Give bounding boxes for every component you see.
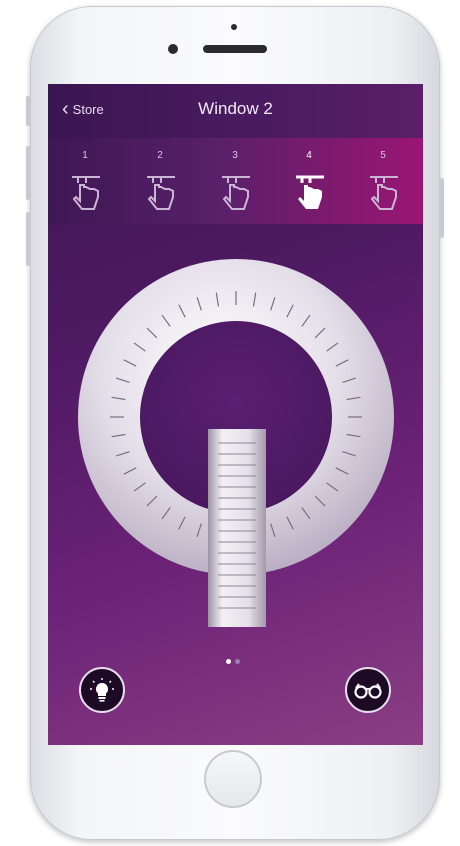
light-button[interactable] <box>79 667 125 713</box>
silent-switch <box>26 96 30 126</box>
navigation-bar: ‹ Store Window 2 <box>48 84 423 138</box>
tab-5[interactable]: 5 <box>353 138 413 224</box>
glasses-icon <box>354 683 382 699</box>
hand-press-icon <box>72 176 100 210</box>
volume-up-button <box>26 146 30 200</box>
volume-down-button <box>26 212 30 266</box>
tab-number: 3 <box>232 150 238 161</box>
page-dot-active[interactable] <box>226 659 231 664</box>
preset-tabs: 1 2 3 4 5 <box>48 138 423 224</box>
hand-press-icon <box>147 176 175 210</box>
front-sensor <box>231 24 237 30</box>
home-button[interactable] <box>204 750 262 808</box>
tab-number: 5 <box>380 150 386 161</box>
page-indicator <box>226 651 244 669</box>
tab-number: 2 <box>157 150 163 161</box>
tab-4[interactable]: 4 <box>279 138 339 224</box>
hand-press-icon <box>370 176 398 210</box>
app-screen: ‹ Store Window 2 1 2 3 4 5 <box>48 84 423 745</box>
tab-number: 1 <box>82 150 88 161</box>
hand-press-icon <box>222 176 250 210</box>
tab-3[interactable]: 3 <box>205 138 265 224</box>
hand-press-icon <box>296 175 324 209</box>
vertical-slider[interactable] <box>208 429 266 627</box>
tab-number: 4 <box>306 150 312 161</box>
lightbulb-icon <box>90 678 114 702</box>
view-button[interactable] <box>345 667 391 713</box>
front-camera <box>168 44 178 54</box>
page-dot[interactable] <box>235 659 240 664</box>
earpiece-speaker <box>203 45 267 53</box>
tab-2[interactable]: 2 <box>130 138 190 224</box>
power-button <box>440 178 444 238</box>
page-title: Window 2 <box>198 99 273 118</box>
tab-1[interactable]: 1 <box>55 138 115 224</box>
